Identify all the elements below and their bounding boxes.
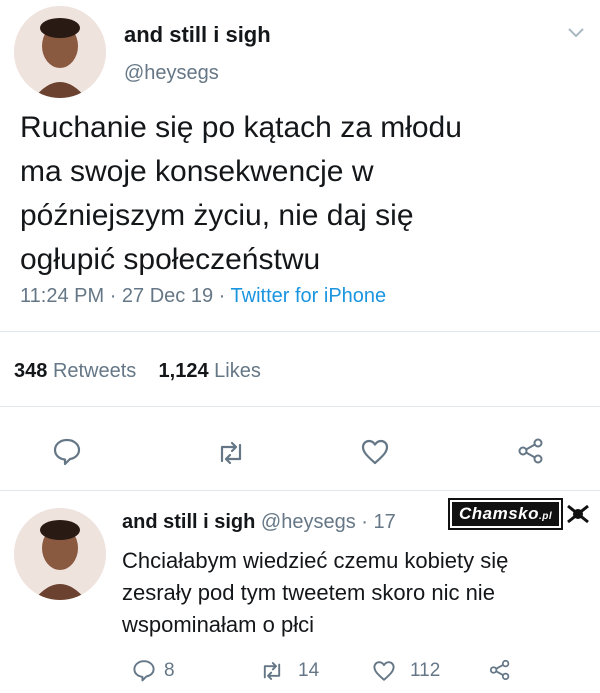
meta-separator: ·	[218, 285, 226, 307]
retweet-icon[interactable]	[260, 659, 284, 683]
divider	[0, 490, 600, 491]
reply-icon[interactable]	[52, 436, 82, 466]
reply-text-line: Chciałabym wiedzieć czemu kobiety się	[122, 548, 509, 573]
like-icon[interactable]	[360, 437, 390, 467]
tweet-date[interactable]: 27 Dec 19	[122, 285, 213, 307]
retweets-label[interactable]: Retweets	[53, 360, 136, 382]
retweet-count[interactable]: 14	[298, 660, 319, 682]
reply-count[interactable]: 8	[164, 660, 175, 682]
display-name[interactable]: and still i sigh	[124, 22, 271, 48]
watermark-logo: Chamsko.pl	[450, 500, 562, 528]
tweet-time[interactable]: 11:24 PM	[20, 285, 104, 307]
tweet-text-line: ogłupić społeczeństwu	[20, 243, 321, 276]
avatar-image	[14, 508, 106, 600]
handle[interactable]: @heysegs	[124, 62, 219, 85]
like-count[interactable]: 112	[410, 660, 440, 682]
like-icon[interactable]	[372, 659, 396, 683]
watermark: Chamsko.pl	[450, 500, 591, 528]
avatar[interactable]	[14, 6, 106, 98]
retweet-icon[interactable]	[216, 438, 246, 468]
chevron-down-icon[interactable]	[566, 26, 586, 40]
reply-text-line: zesrały pod tym tweetem skoro nic nie	[122, 580, 495, 605]
tweet-source[interactable]: Twitter for iPhone	[231, 285, 387, 307]
tweet-text-line: Ruchanie się po kątach za młodu	[20, 111, 462, 144]
tweet-text-line: ma swoje konsekwencje w	[20, 155, 374, 188]
reply-text-line: wspominałam o płci	[122, 612, 314, 637]
reply-handle[interactable]: @heysegs	[261, 511, 356, 533]
meta-separator: ·	[109, 285, 117, 307]
reply-text: Chciałabym wiedzieć czemu kobiety się ze…	[122, 545, 592, 641]
likes-label[interactable]: Likes	[214, 360, 261, 382]
retweets-count[interactable]: 348	[14, 360, 47, 382]
avatar-image	[14, 6, 106, 98]
reply-icon[interactable]	[132, 658, 156, 682]
divider	[0, 331, 600, 332]
tweet-stats: 348 Retweets 1,124 Likes	[14, 360, 261, 383]
avatar[interactable]	[14, 508, 106, 600]
reply-display-name[interactable]: and still i sigh	[122, 511, 255, 533]
share-icon[interactable]	[488, 658, 512, 682]
reply-header: and still i sigh @heysegs · 17	[122, 511, 396, 534]
share-icon[interactable]	[516, 436, 546, 466]
tweet-text: Ruchanie się po kątach za młodu ma swoje…	[20, 106, 590, 282]
likes-count[interactable]: 1,124	[159, 360, 209, 382]
tweet-text-line: późniejszym życiu, nie daj się	[20, 199, 414, 232]
divider	[0, 406, 600, 407]
pirate-flag-icon	[565, 502, 591, 526]
reply-time[interactable]: · 17	[361, 511, 395, 533]
tweet-meta: 11:24 PM · 27 Dec 19 · Twitter for iPhon…	[20, 285, 386, 308]
